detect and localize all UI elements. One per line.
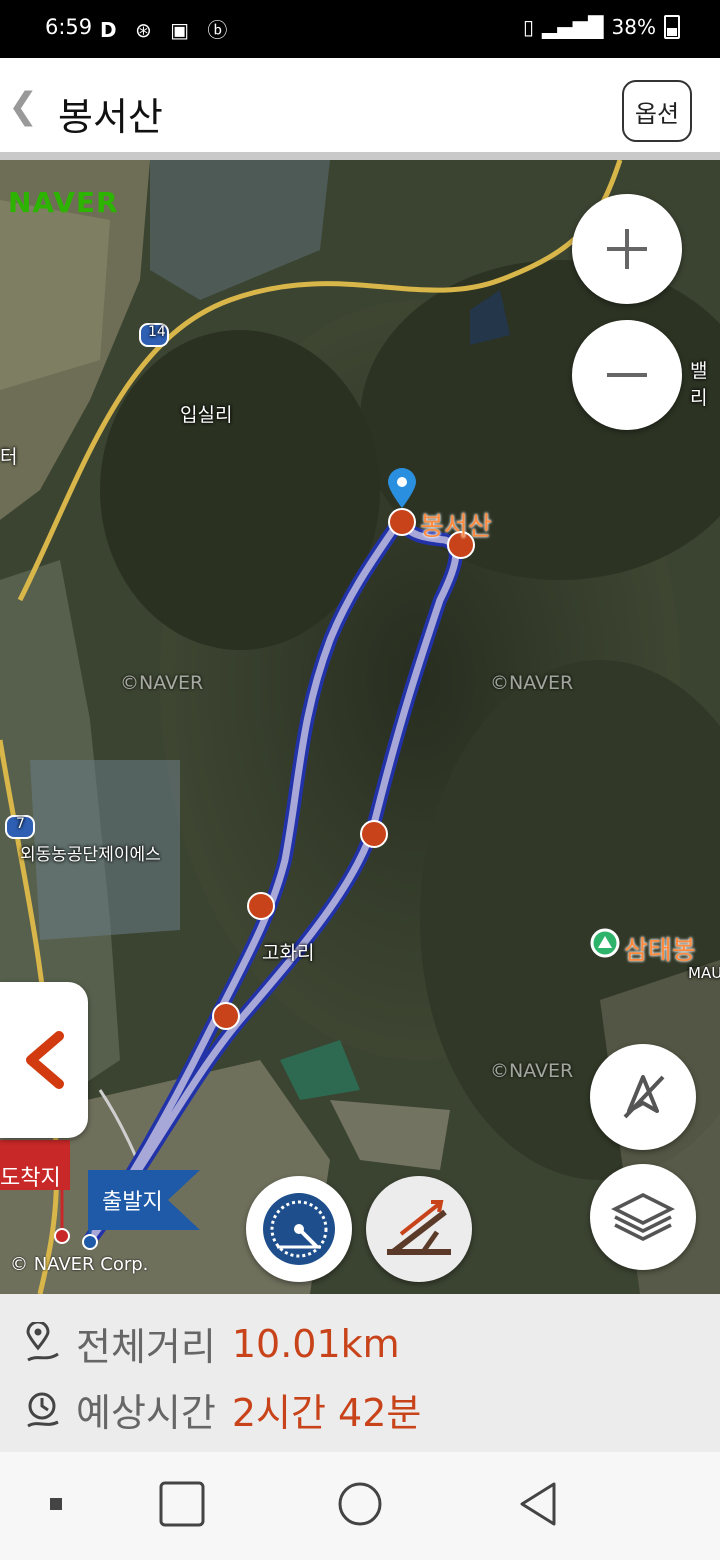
map-label-industrial: 외동농공단제이에스 — [20, 845, 161, 865]
plus-icon — [607, 229, 647, 269]
map-copyright: © NAVER Corp. — [10, 1254, 149, 1275]
home-square-icon[interactable] — [158, 1480, 208, 1530]
naver-watermark: ©NAVER — [490, 672, 574, 694]
distance-row: 전체거리 10.01km — [22, 1316, 400, 1371]
speedometer-icon — [263, 1193, 335, 1265]
distance-value: 10.01km — [231, 1321, 400, 1366]
status-bar: 6:59 D ⊛ ▣ ⓑ ▯ ▂▄▆█ 38% — [0, 0, 720, 58]
arrival-flag-label: 도착지 — [0, 1166, 61, 1191]
minus-icon — [607, 373, 647, 377]
departure-flag-label: 출발지 — [102, 1190, 163, 1215]
map-label-edge-right-top: 밸리 — [690, 360, 708, 409]
slope-button[interactable] — [366, 1176, 472, 1282]
options-button[interactable]: 옵션 — [622, 80, 692, 142]
options-label: 옵션 — [634, 99, 680, 128]
vibrate-icon: ▯ — [523, 15, 535, 39]
battery-icon — [664, 15, 680, 39]
map-label-edge-left: 터 — [0, 446, 18, 468]
time-value: 2시간 42분 — [231, 1391, 422, 1435]
clock-walk-icon — [27, 1392, 59, 1427]
route-summary: 전체거리 10.01km 예상시간 2시간 42분 — [0, 1294, 720, 1452]
map-label-gohwa: 고화리 — [262, 942, 315, 964]
status-time: 6:59 — [45, 15, 93, 39]
home-circle-icon[interactable] — [336, 1480, 386, 1530]
distance-label: 전체거리 — [76, 1325, 216, 1369]
map-view[interactable]: NAVER 입실리 고화리 외동농공단제이에스 14 7 터 밸리 MAU ©N… — [0, 160, 720, 1294]
road-shield-7: 7 — [16, 816, 25, 832]
time-label: 예상시간 — [76, 1391, 216, 1435]
route-pin-icon — [26, 1321, 59, 1361]
notification-icons: D ⊛ ▣ ⓑ — [100, 18, 234, 42]
layers-button[interactable] — [590, 1164, 696, 1270]
chevron-left-icon — [26, 1031, 64, 1089]
battery-percent: 38% — [611, 15, 656, 39]
speed-button[interactable] — [246, 1176, 352, 1282]
app-header: ❮ 봉서산 옵션 — [0, 58, 720, 160]
road-shield-14: 14 — [148, 324, 166, 340]
compass-off-icon — [623, 1075, 665, 1119]
status-right: ▯ ▂▄▆█ 38% — [523, 15, 680, 39]
recents-dot-icon[interactable] — [48, 1496, 66, 1514]
page-title: 봉서산 — [58, 95, 163, 139]
signal-icon: ▂▄▆█ — [542, 15, 604, 39]
layers-icon — [611, 1193, 675, 1241]
back-triangle-icon[interactable] — [514, 1480, 564, 1530]
chevron-left-icon[interactable]: ❮ — [8, 86, 38, 127]
zoom-out-button[interactable] — [572, 320, 682, 430]
system-nav-bar — [0, 1452, 720, 1560]
peak-label-main[interactable]: 봉서산 — [420, 506, 492, 543]
naver-watermark: ©NAVER — [120, 672, 204, 694]
naver-watermark: ©NAVER — [490, 1060, 574, 1082]
zoom-in-button[interactable] — [572, 194, 682, 304]
side-panel-toggle[interactable] — [0, 982, 88, 1138]
peak-label-other[interactable]: 삼태봉 — [624, 930, 696, 967]
naver-logo: NAVER — [8, 186, 119, 219]
slope-icon — [387, 1200, 451, 1255]
compass-button[interactable] — [590, 1044, 696, 1150]
map-label-ipsil: 입실리 — [180, 404, 233, 426]
time-row: 예상시간 2시간 42분 — [22, 1382, 421, 1437]
